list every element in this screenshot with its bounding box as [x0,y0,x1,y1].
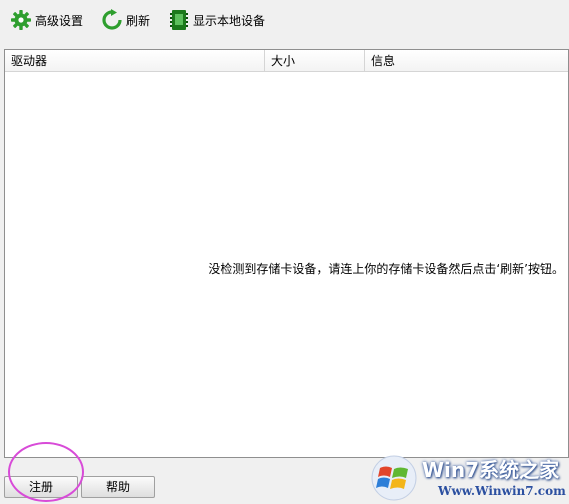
watermark: Win7系统之家 Www.Winwin7.com [370,452,569,504]
column-header-drive[interactable]: 驱动器 [5,50,265,72]
advanced-settings-label: 高级设置 [35,13,84,28]
column-header-info[interactable]: 信息 [365,50,568,72]
refresh-icon [101,9,123,31]
show-local-devices-label: 显示本地设备 [193,13,266,28]
windows-logo-icon [370,454,418,502]
gear-icon [10,9,32,31]
empty-list-message: 没检测到存储卡设备，请连上你的存储卡设备然后点击‘刷新’按钮。 [208,262,564,276]
advanced-settings-button[interactable]: 高级设置 [10,6,83,34]
list-header: 驱动器 大小 信息 [5,50,568,72]
refresh-label: 刷新 [126,13,151,28]
memory-card-icon [168,9,190,31]
column-header-size[interactable]: 大小 [265,50,365,72]
register-button[interactable]: 注册 [4,476,78,498]
watermark-url: Www.Winwin7.com [438,484,566,498]
drive-list[interactable]: 驱动器 大小 信息 没检测到存储卡设备，请连上你的存储卡设备然后点击‘刷新’按钮… [4,49,569,458]
toolbar: 高级设置 刷新 显示本地设备 [0,0,569,40]
show-local-devices-button[interactable]: 显示本地设备 [168,6,265,34]
help-button[interactable]: 帮助 [81,476,155,498]
refresh-button[interactable]: 刷新 [101,6,150,34]
watermark-brand: Win7系统之家 [422,458,560,482]
